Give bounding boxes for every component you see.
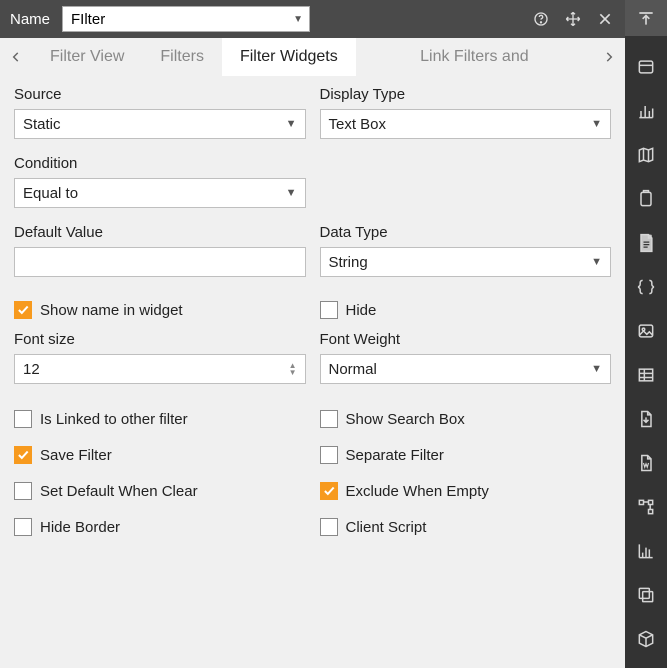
checkbox-save-filter[interactable]: Save Filter	[14, 446, 306, 464]
chevron-down-icon: ▼	[591, 118, 602, 130]
checkbox-separate-filter[interactable]: Separate Filter	[320, 446, 612, 464]
default-value-label: Default Value	[14, 224, 306, 241]
cube-icon[interactable]	[631, 624, 661, 654]
table-icon[interactable]	[631, 360, 661, 390]
field-source: Source Static ▼	[14, 86, 306, 139]
tab-filters[interactable]: Filters	[142, 38, 222, 76]
checkbox-label: Hide Border	[40, 519, 120, 536]
chart-icon[interactable]	[631, 96, 661, 126]
checkbox-hide[interactable]: Hide	[320, 301, 612, 319]
source-value: Static	[23, 116, 61, 133]
name-label: Name	[10, 11, 50, 28]
field-condition: Condition Equal to ▼	[14, 155, 306, 208]
map-icon[interactable]	[631, 140, 661, 170]
checkbox-client-script[interactable]: Client Script	[320, 518, 612, 536]
chevron-down-icon: ▼	[591, 363, 602, 375]
name-input[interactable]	[69, 10, 289, 29]
data-type-label: Data Type	[320, 224, 612, 241]
database-icon[interactable]	[631, 52, 661, 82]
checkbox-hide-border[interactable]: Hide Border	[14, 518, 306, 536]
field-default-value: Default Value	[14, 224, 306, 277]
condition-label: Condition	[14, 155, 306, 172]
side-toolbar	[625, 0, 667, 668]
tab-filter-view[interactable]: Filter View	[32, 38, 142, 76]
checkbox-label: Show name in widget	[40, 302, 183, 319]
source-select[interactable]: Static ▼	[14, 109, 306, 139]
chevron-down-icon: ▼	[591, 256, 602, 268]
field-font-size: Font size 12 ▲▼	[14, 331, 306, 384]
field-data-type: Data Type String ▼	[320, 224, 612, 277]
image-icon[interactable]	[631, 316, 661, 346]
source-label: Source	[14, 86, 306, 103]
tabs-row: Filter View Filters Filter Widgets Link …	[0, 38, 625, 76]
checkbox-set-default-when-clear[interactable]: Set Default When Clear	[14, 482, 306, 500]
braces-icon[interactable]	[631, 272, 661, 302]
display-type-label: Display Type	[320, 86, 612, 103]
font-weight-value: Normal	[329, 361, 377, 378]
checkbox-exclude-when-empty[interactable]: Exclude When Empty	[320, 482, 612, 500]
close-icon[interactable]	[595, 9, 615, 29]
flow-icon[interactable]	[631, 492, 661, 522]
copy-icon[interactable]	[631, 580, 661, 610]
checkbox-box[interactable]	[320, 301, 338, 319]
checkbox-box[interactable]	[320, 482, 338, 500]
chevron-down-icon: ▼	[286, 187, 297, 199]
checkbox-label: Separate Filter	[346, 447, 444, 464]
checks-left-column: Is Linked to other filter Save Filter Set …	[14, 400, 306, 554]
tabs-prev-button[interactable]	[0, 38, 32, 76]
checks-right-column: Show Search Box Separate Filter Exclude Wh…	[320, 400, 612, 554]
main-column: Name ▼ Filter View Filters Filter Wi	[0, 0, 625, 668]
clipboard-icon[interactable]	[631, 184, 661, 214]
move-icon[interactable]	[563, 9, 583, 29]
font-size-label: Font size	[14, 331, 306, 348]
help-icon[interactable]	[531, 9, 551, 29]
checkbox-box[interactable]	[14, 301, 32, 319]
default-value-input[interactable]	[14, 247, 306, 277]
name-dropdown-icon[interactable]: ▼	[293, 14, 303, 25]
download-file-icon[interactable]	[631, 404, 661, 434]
word-file-icon[interactable]	[631, 448, 661, 478]
tab-link-filters[interactable]: Link Filters and	[356, 38, 593, 76]
tabs-next-button[interactable]	[593, 38, 625, 76]
field-font-weight: Font Weight Normal ▼	[320, 331, 612, 384]
condition-value: Equal to	[23, 185, 78, 202]
properties-panel: Source Static ▼ Display Type Text Box ▼ …	[0, 76, 625, 584]
header-bar: Name ▼	[0, 0, 625, 38]
chevron-down-icon: ▼	[286, 118, 297, 130]
checkbox-box[interactable]	[320, 446, 338, 464]
checkbox-show-search-box[interactable]: Show Search Box	[320, 410, 612, 428]
checkbox-box[interactable]	[320, 518, 338, 536]
font-weight-label: Font Weight	[320, 331, 612, 348]
checkbox-box[interactable]	[14, 410, 32, 428]
document-icon[interactable]	[631, 228, 661, 258]
checkbox-box[interactable]	[14, 446, 32, 464]
collapse-up-icon[interactable]	[625, 0, 667, 36]
checkbox-label: Set Default When Clear	[40, 483, 198, 500]
condition-select[interactable]: Equal to ▼	[14, 178, 306, 208]
font-size-input[interactable]: 12 ▲▼	[14, 354, 306, 384]
display-type-select[interactable]: Text Box ▼	[320, 109, 612, 139]
font-weight-select[interactable]: Normal ▼	[320, 354, 612, 384]
spinner-icon[interactable]: ▲▼	[289, 362, 297, 376]
root: Name ▼ Filter View Filters Filter Wi	[0, 0, 667, 668]
checkbox-label: Hide	[346, 302, 377, 319]
checkbox-is-linked[interactable]: Is Linked to other filter	[14, 410, 306, 428]
data-type-select[interactable]: String ▼	[320, 247, 612, 277]
field-display-type: Display Type Text Box ▼	[320, 86, 612, 139]
font-size-value: 12	[23, 361, 40, 378]
checkbox-box[interactable]	[320, 410, 338, 428]
checkbox-label: Show Search Box	[346, 411, 465, 428]
data-type-value: String	[329, 254, 368, 271]
tab-filter-widgets[interactable]: Filter Widgets	[222, 38, 356, 76]
checkbox-box[interactable]	[14, 482, 32, 500]
bar-chart-alt-icon[interactable]	[631, 536, 661, 566]
checkbox-box[interactable]	[14, 518, 32, 536]
checkbox-label: Is Linked to other filter	[40, 411, 188, 428]
display-type-value: Text Box	[329, 116, 387, 133]
checkbox-label: Exclude When Empty	[346, 483, 489, 500]
checkbox-label: Save Filter	[40, 447, 112, 464]
checkbox-label: Client Script	[346, 519, 427, 536]
name-input-wrapper[interactable]: ▼	[62, 6, 310, 32]
checkbox-show-name[interactable]: Show name in widget	[14, 301, 306, 319]
